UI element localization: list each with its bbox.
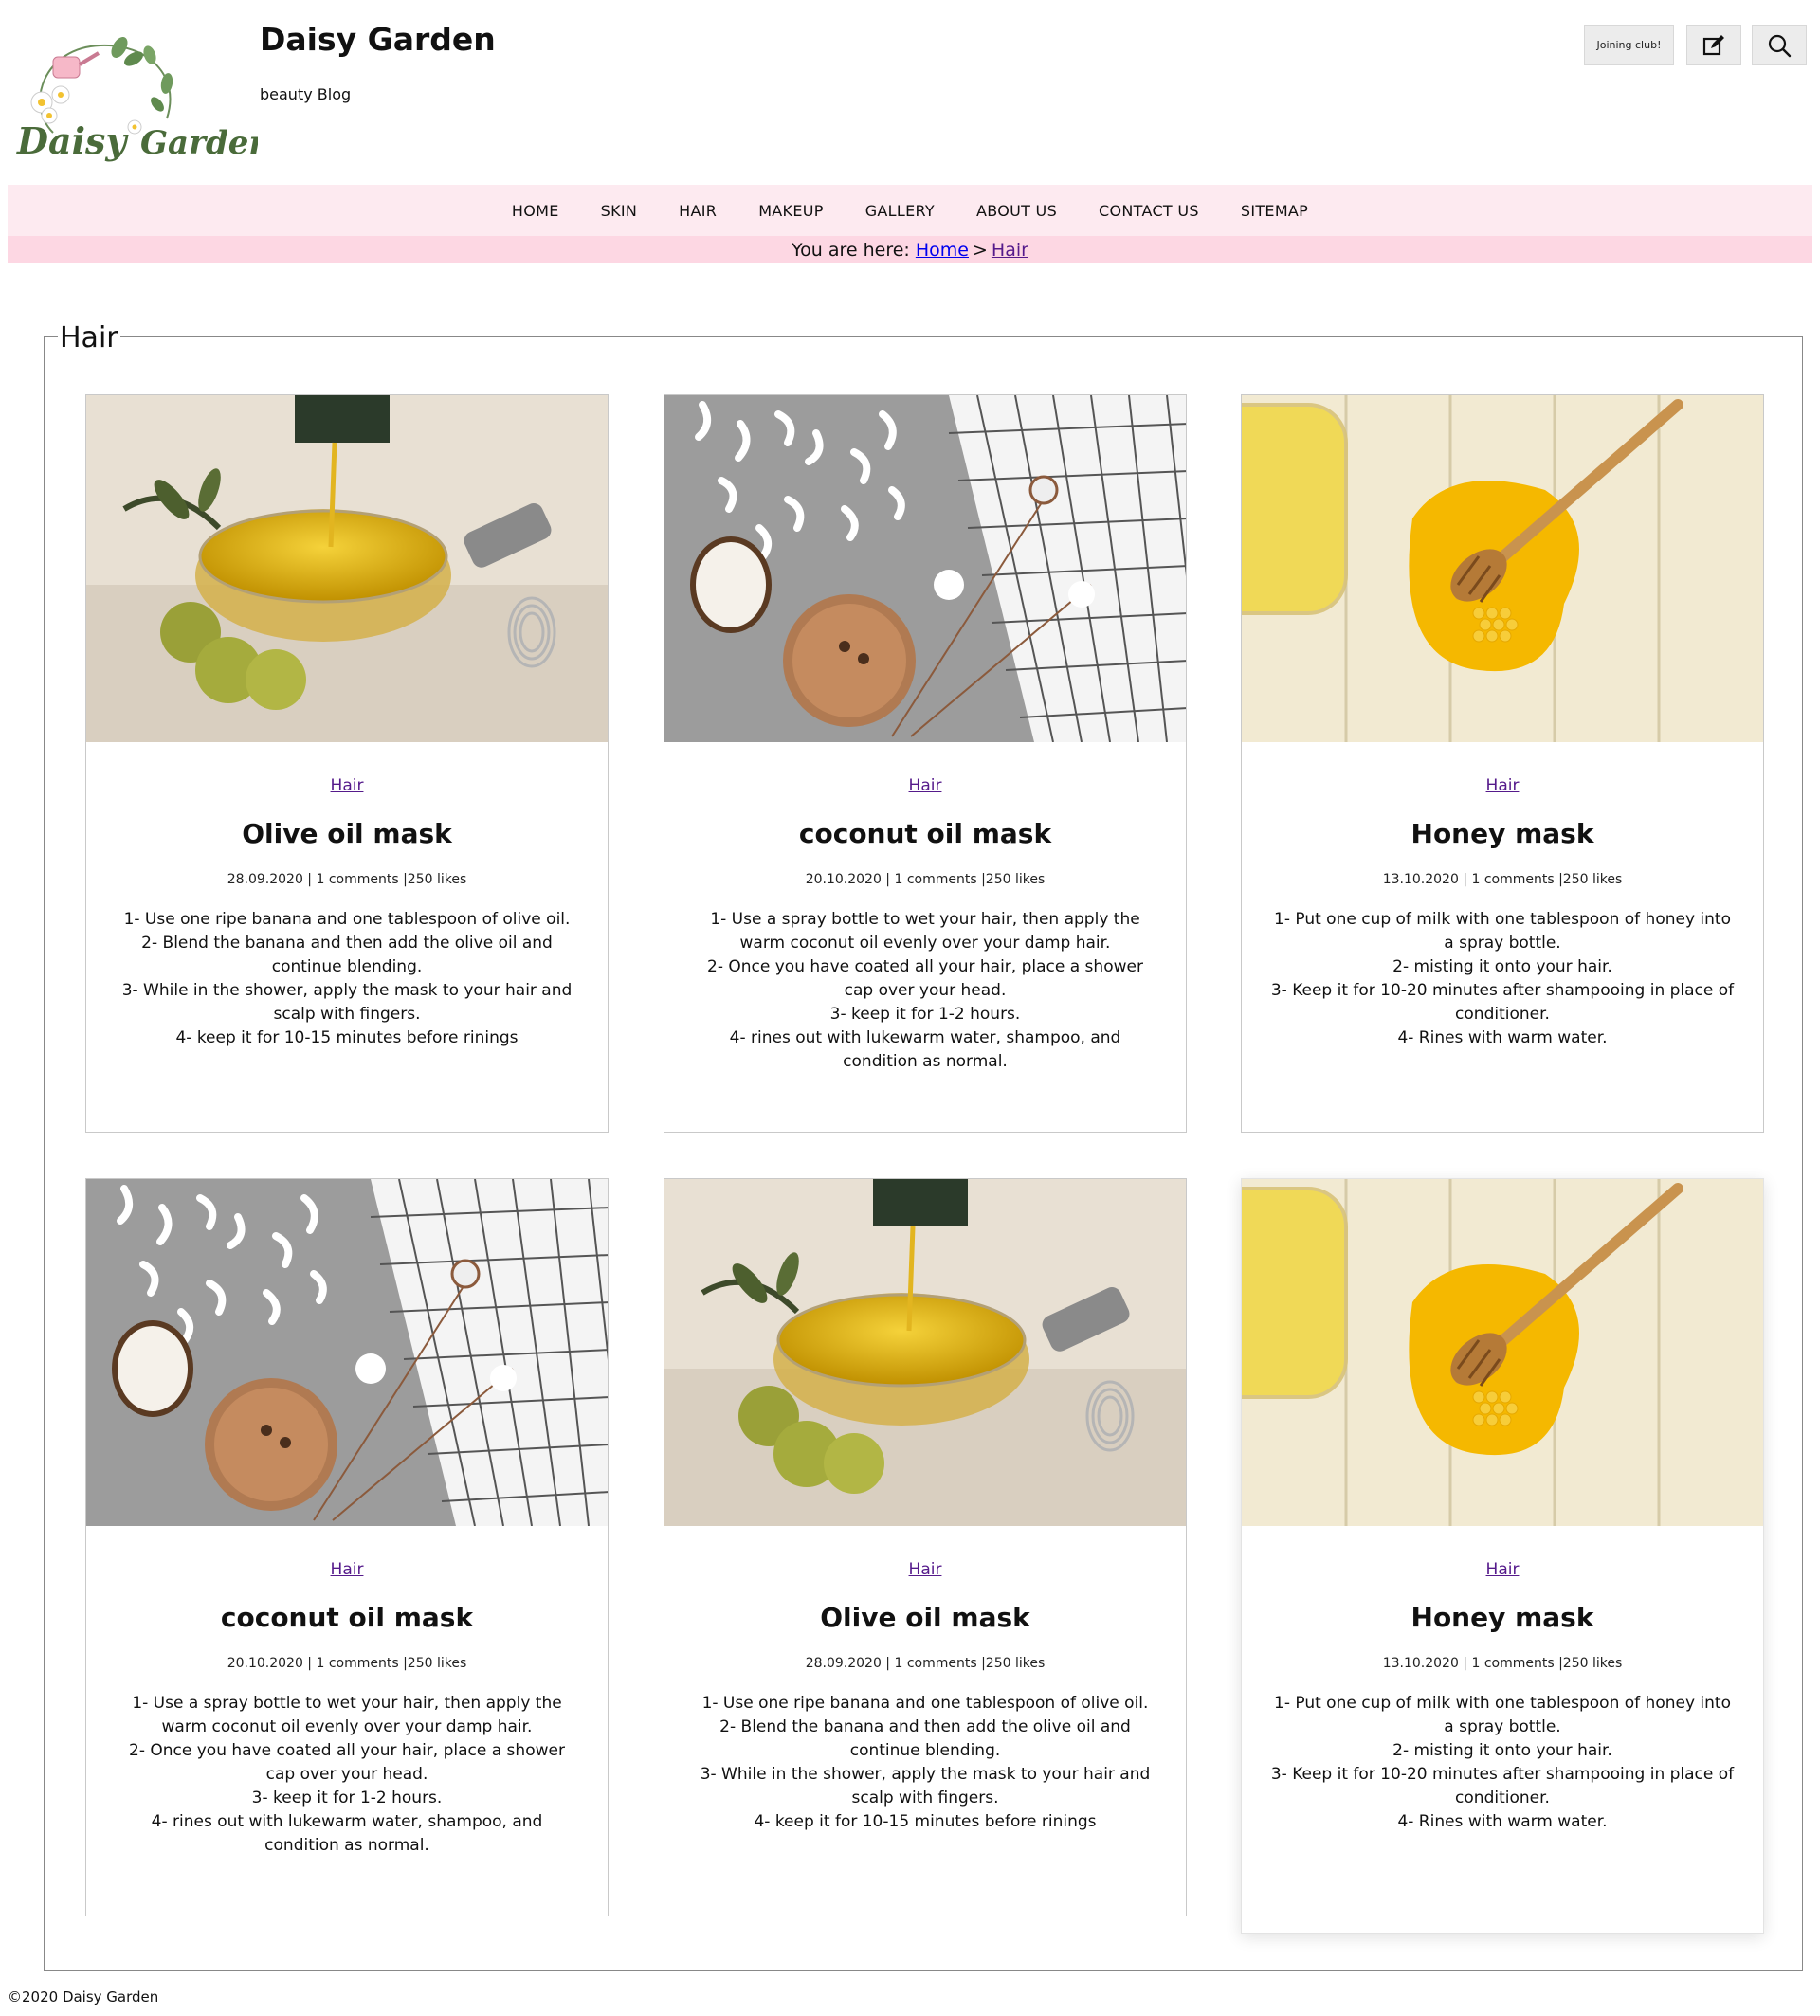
search-button[interactable] — [1752, 25, 1807, 65]
card-step: 4- keep it for 10-15 minutes before rini… — [754, 1812, 1097, 1831]
search-icon — [1768, 34, 1792, 57]
card-title[interactable]: coconut oil mask — [86, 1602, 608, 1633]
olive-oil-photo[interactable] — [86, 395, 608, 742]
article-card[interactable]: Hair Honey mask 13.10.2020 | 1 comments … — [1241, 1178, 1764, 1934]
joining-club-button[interactable]: Joining club! — [1584, 25, 1674, 65]
card-steps: 1- Use one ripe banana and one tablespoo… — [115, 908, 579, 1050]
breadcrumb-separator: > — [972, 239, 988, 261]
card-step: 4- Rines with warm water. — [1397, 1028, 1608, 1047]
honey-photo[interactable] — [1242, 1179, 1763, 1526]
card-steps: 1- Put one cup of milk with one tablespo… — [1270, 908, 1735, 1050]
card-step: 3- While in the shower, apply the mask t… — [700, 1765, 1151, 1807]
card-steps: 1- Put one cup of milk with one tablespo… — [1270, 1692, 1735, 1834]
coconut-oil-photo[interactable] — [664, 395, 1186, 742]
card-step: 3- Keep it for 10-20 minutes after shamp… — [1270, 981, 1735, 1024]
card-meta: 20.10.2020 | 1 comments |250 likes — [805, 872, 1046, 887]
article-card: Hair coconut oil mask 20.10.2020 | 1 com… — [85, 1178, 609, 1916]
card-title[interactable]: Olive oil mask — [664, 1602, 1186, 1633]
nav-item-skin[interactable]: SKIN — [601, 202, 638, 220]
card-step: 4- Rines with warm water. — [1397, 1812, 1608, 1831]
site-logo[interactable]: Daisy Garden — [15, 28, 272, 167]
nav-item-makeup[interactable]: MAKEUP — [758, 202, 824, 220]
article-card: Hair Olive oil mask 28.09.2020 | 1 comme… — [664, 1178, 1187, 1916]
card-meta: 13.10.2020 | 1 comments |250 likes — [1382, 1656, 1623, 1671]
breadcrumb-home-link[interactable]: Home — [916, 240, 969, 261]
article-card: Hair Olive oil mask 28.09.2020 | 1 comme… — [85, 394, 609, 1133]
card-step: 3- keep it for 1-2 hours. — [251, 1789, 443, 1807]
svg-text:Garden: Garden — [140, 124, 258, 162]
card-category-link[interactable]: Hair — [1486, 776, 1520, 795]
card-step: 1- Use a spray bottle to wet your hair, … — [710, 910, 1140, 953]
breadcrumb-hair-link[interactable]: Hair — [992, 240, 1028, 261]
card-category-link[interactable]: Hair — [909, 776, 942, 795]
card-title[interactable]: Olive oil mask — [86, 818, 608, 849]
nav-item-about-us[interactable]: ABOUT US — [976, 202, 1057, 220]
footer-copyright: ©2020 Daisy Garden — [8, 1989, 159, 2006]
breadcrumb: You are here: Home > Hair — [8, 236, 1812, 263]
card-step: 2- misting it onto your hair. — [1392, 1741, 1612, 1760]
article-card: Hair Honey mask 13.10.2020 | 1 comments … — [1241, 394, 1764, 1133]
card-step: 1- Put one cup of milk with one tablespo… — [1274, 910, 1731, 953]
olive-oil-photo[interactable] — [664, 1179, 1186, 1526]
edit-icon — [1702, 34, 1724, 55]
coconut-oil-photo[interactable] — [86, 1179, 608, 1526]
card-step: 1- Use a spray bottle to wet your hair, … — [132, 1694, 562, 1736]
card-category-link[interactable]: Hair — [331, 776, 364, 795]
card-step: 3- While in the shower, apply the mask t… — [121, 981, 573, 1024]
site-tagline: beauty Blog — [260, 85, 352, 103]
card-steps: 1- Use a spray bottle to wet your hair, … — [693, 908, 1157, 1074]
honey-photo[interactable] — [1242, 395, 1763, 742]
nav-item-contact-us[interactable]: CONTACT US — [1099, 202, 1199, 220]
card-meta: 20.10.2020 | 1 comments |250 likes — [227, 1656, 467, 1671]
edit-button[interactable] — [1686, 25, 1741, 65]
card-step: 1- Use one ripe banana and one tablespoo… — [701, 1694, 1149, 1713]
site-title: Daisy Garden — [260, 21, 496, 58]
card-steps: 1- Use a spray bottle to wet your hair, … — [115, 1692, 579, 1858]
main-nav: HOME SKIN HAIR MAKEUP GALLERY ABOUT US C… — [8, 185, 1812, 236]
card-step: 4- rines out with lukewarm water, shampo… — [729, 1028, 1121, 1071]
nav-item-gallery[interactable]: GALLERY — [865, 202, 935, 220]
card-meta: 13.10.2020 | 1 comments |250 likes — [1382, 872, 1623, 887]
card-category-link[interactable]: Hair — [909, 1560, 942, 1579]
card-title[interactable]: Honey mask — [1242, 818, 1763, 849]
card-step: 3- keep it for 1-2 hours. — [829, 1005, 1021, 1024]
card-step: 2- Once you have coated all your hair, p… — [129, 1741, 565, 1784]
card-step: 4- rines out with lukewarm water, shampo… — [151, 1812, 543, 1855]
breadcrumb-prefix: You are here: — [792, 239, 910, 261]
card-title[interactable]: Honey mask — [1242, 1602, 1763, 1633]
svg-text:Daisy: Daisy — [16, 119, 129, 162]
section-legend: Hair — [58, 321, 120, 354]
nav-item-sitemap[interactable]: SITEMAP — [1241, 202, 1308, 220]
card-category-link[interactable]: Hair — [331, 1560, 364, 1579]
nav-item-home[interactable]: HOME — [512, 202, 559, 220]
card-step: 2- misting it onto your hair. — [1392, 957, 1612, 976]
card-meta: 28.09.2020 | 1 comments |250 likes — [805, 1656, 1046, 1671]
card-steps: 1- Use one ripe banana and one tablespoo… — [693, 1692, 1157, 1834]
nav-item-hair[interactable]: HAIR — [679, 202, 717, 220]
card-meta: 28.09.2020 | 1 comments |250 likes — [227, 872, 467, 887]
card-title[interactable]: coconut oil mask — [664, 818, 1186, 849]
card-step: 2- Blend the banana and then add the oli… — [141, 934, 553, 976]
card-step: 4- keep it for 10-15 minutes before rini… — [175, 1028, 519, 1047]
card-step: 2- Blend the banana and then add the oli… — [719, 1717, 1131, 1760]
article-card: Hair coconut oil mask 20.10.2020 | 1 com… — [664, 394, 1187, 1133]
card-step: 1- Use one ripe banana and one tablespoo… — [123, 910, 571, 929]
card-step: 1- Put one cup of milk with one tablespo… — [1274, 1694, 1731, 1736]
card-step: 3- Keep it for 10-20 minutes after shamp… — [1270, 1765, 1735, 1807]
joining-club-label: Joining club! — [1596, 39, 1662, 51]
card-step: 2- Once you have coated all your hair, p… — [707, 957, 1143, 1000]
card-category-link[interactable]: Hair — [1486, 1560, 1520, 1579]
